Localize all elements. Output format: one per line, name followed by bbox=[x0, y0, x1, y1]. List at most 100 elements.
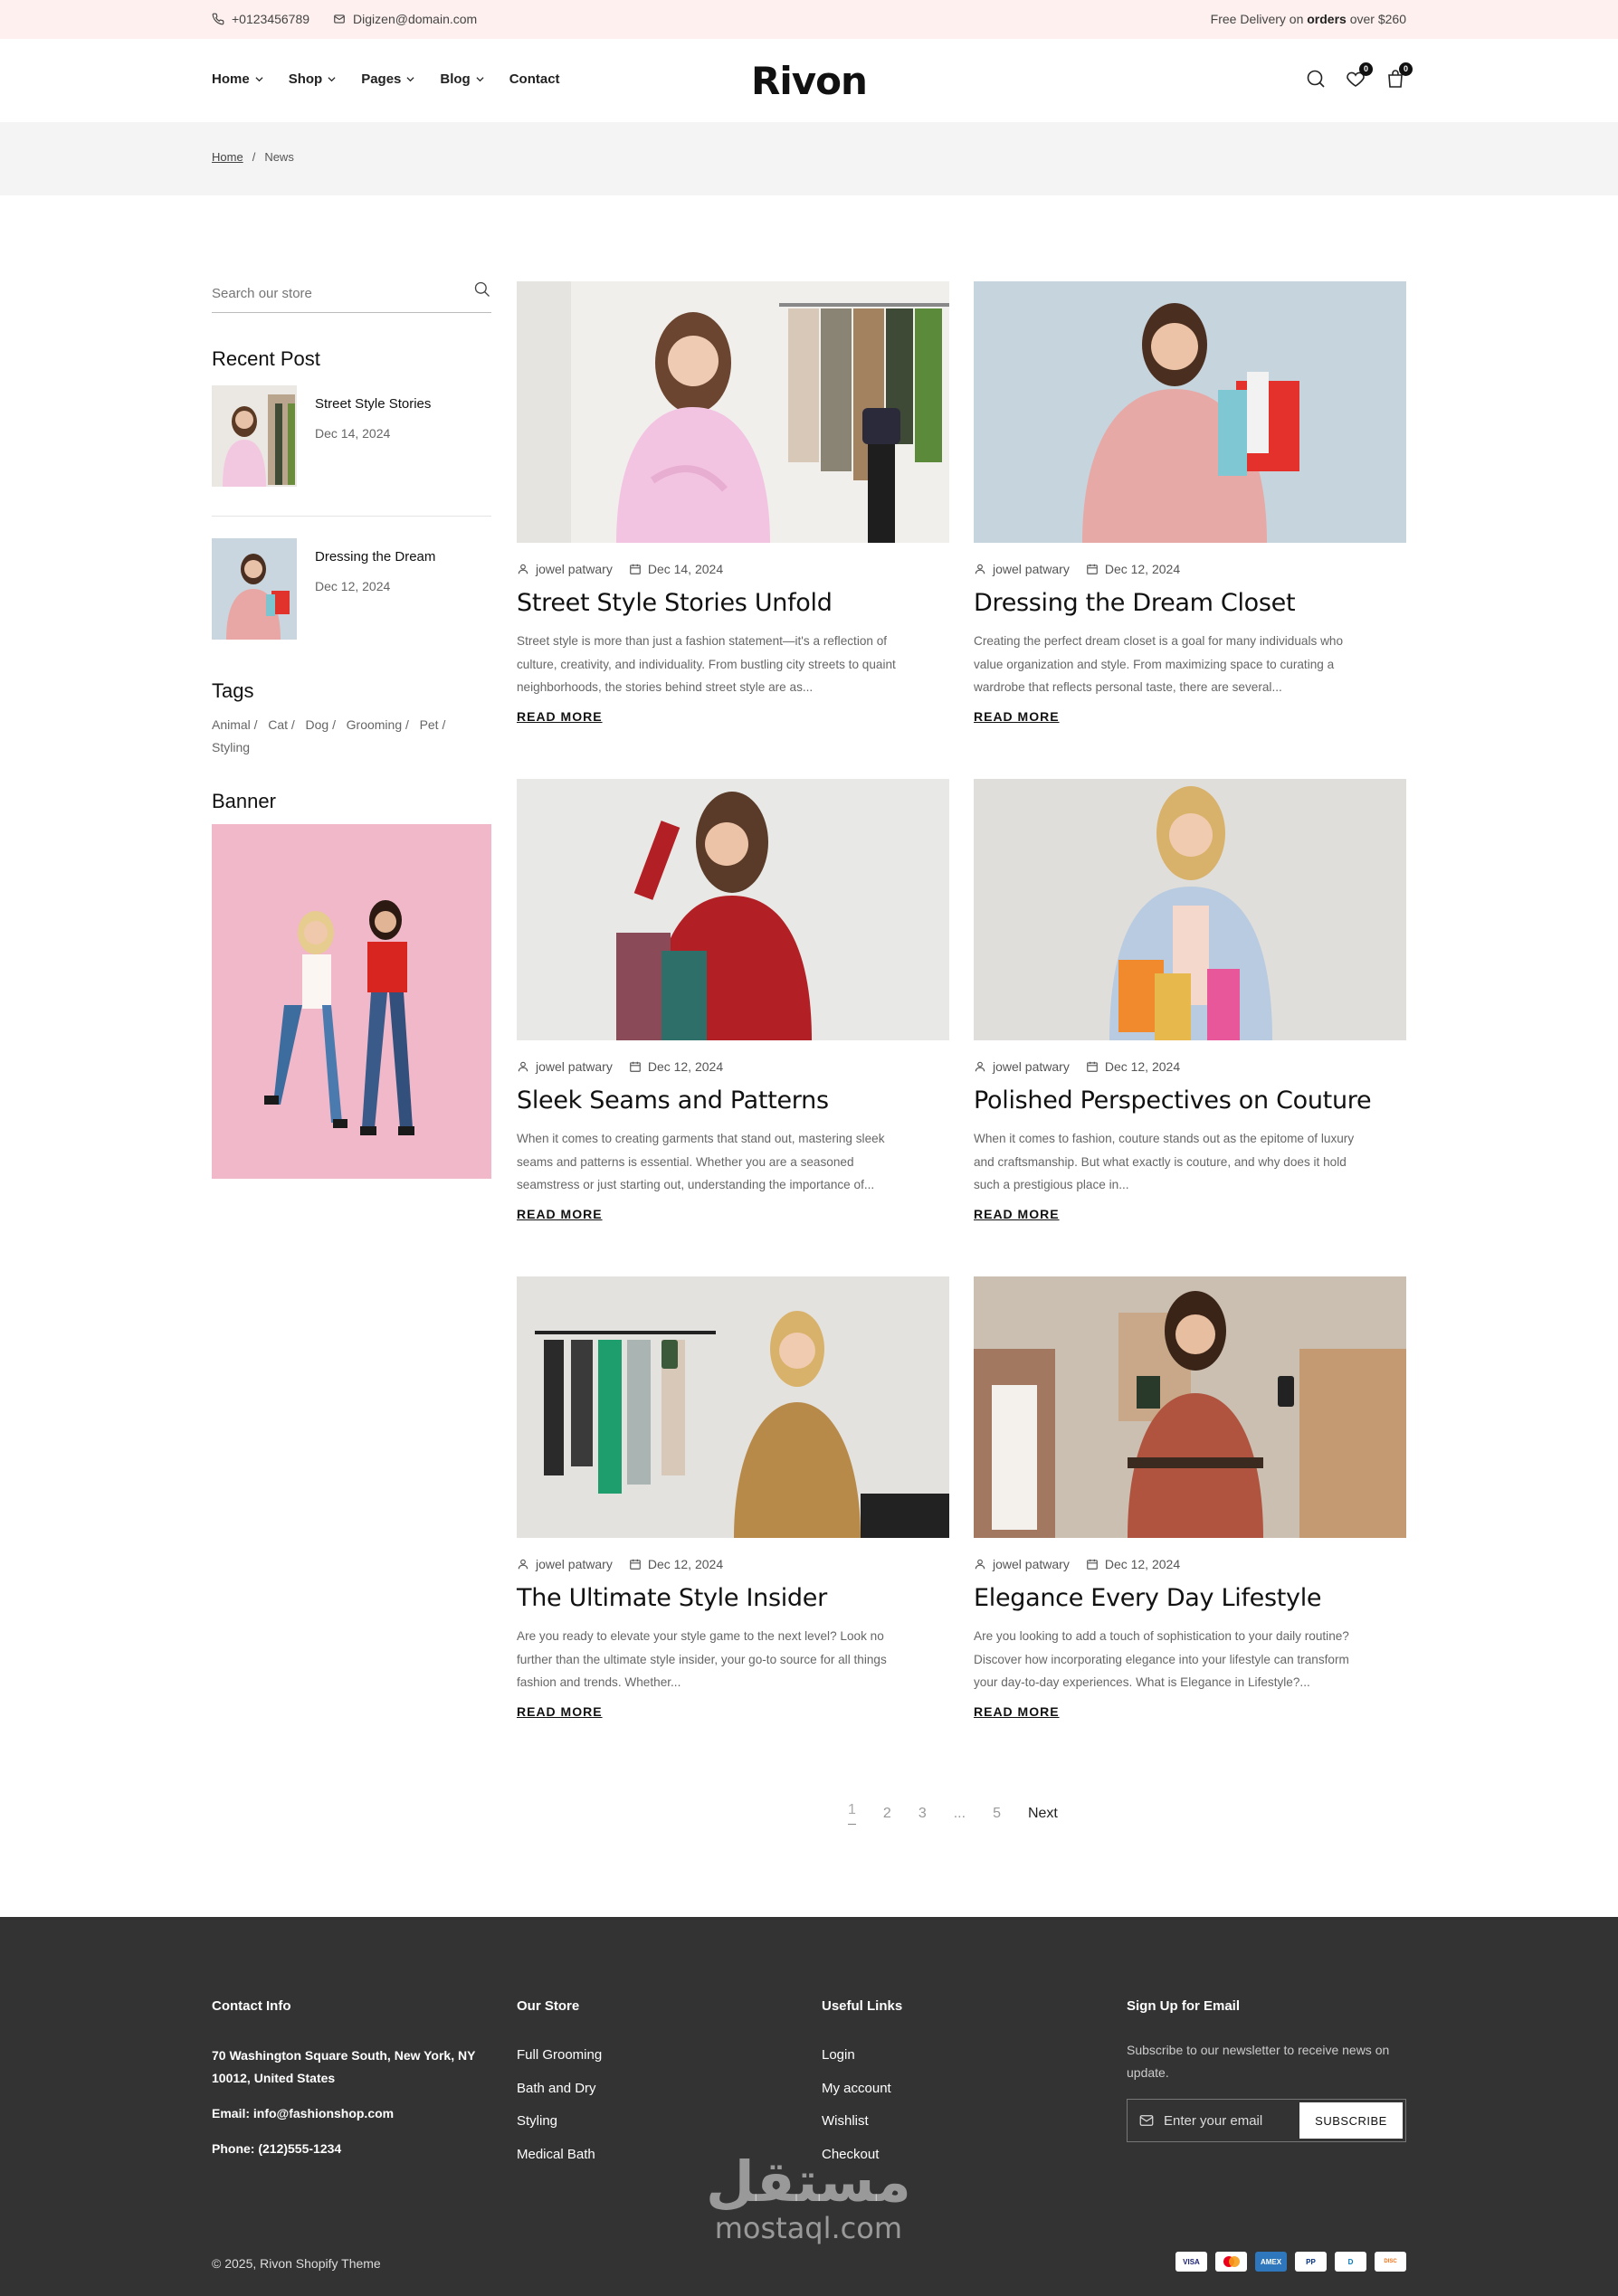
tags-title: Tags bbox=[212, 679, 254, 702]
post-excerpt: When it comes to fashion, couture stands… bbox=[974, 1132, 1355, 1191]
recent-post-thumbnail[interactable] bbox=[212, 538, 297, 640]
breadcrumb-separator: / bbox=[252, 150, 256, 164]
delivery-text-post: over $260 bbox=[1346, 12, 1406, 26]
nav-item-shop[interactable]: Shop bbox=[289, 71, 337, 87]
user-icon bbox=[975, 564, 985, 574]
recent-post-date: Dec 14, 2024 bbox=[315, 426, 391, 441]
mail-icon bbox=[334, 14, 345, 24]
cart-button[interactable]: 0 bbox=[1385, 62, 1413, 90]
tag-link[interactable]: Grooming bbox=[347, 717, 402, 732]
blog-post-card: jowel patwary Dec 12, 2024 Polished Pers… bbox=[974, 779, 1406, 1223]
recent-post-thumbnail[interactable] bbox=[212, 385, 297, 487]
next-page-link[interactable]: Next bbox=[1028, 1806, 1058, 1822]
recent-post-title: Recent Post bbox=[212, 347, 320, 370]
footer-link[interactable]: Wishlist bbox=[822, 2105, 902, 2139]
footer-link[interactable]: Styling bbox=[517, 2105, 602, 2139]
site-logo[interactable]: Rivon bbox=[751, 59, 868, 103]
read-more-link[interactable]: READ MORE bbox=[517, 1207, 603, 1221]
post-image[interactable] bbox=[974, 779, 1406, 1040]
tag-link[interactable]: Dog bbox=[306, 717, 329, 732]
footer-phone[interactable]: Phone: (212)555-1234 bbox=[212, 2138, 492, 2160]
page-link[interactable]: 2 bbox=[883, 1806, 891, 1822]
post-author: jowel patwary bbox=[517, 562, 613, 576]
post-image[interactable] bbox=[517, 281, 949, 543]
copyright: © 2025, Rivon Shopify Theme bbox=[212, 2256, 381, 2271]
author-name: jowel patwary bbox=[993, 1059, 1070, 1074]
recent-post-item[interactable]: Dressing the Dream Dec 12, 2024 bbox=[212, 516, 491, 669]
email-contact[interactable]: Digizen@domain.com bbox=[333, 12, 477, 26]
recent-post-title-link[interactable]: Street Style Stories bbox=[315, 396, 431, 412]
wishlist-button[interactable]: 0 bbox=[1345, 62, 1373, 90]
post-author: jowel patwary bbox=[974, 1557, 1070, 1571]
user-icon bbox=[975, 1061, 985, 1072]
breadcrumb-home-link[interactable]: Home bbox=[212, 150, 243, 164]
recent-post-title-link[interactable]: Dressing the Dream bbox=[315, 549, 435, 565]
chevron-down-icon bbox=[476, 77, 484, 82]
post-image[interactable] bbox=[517, 779, 949, 1040]
post-image[interactable] bbox=[974, 1276, 1406, 1538]
tag-list: Animal / Cat / Dog / Grooming / Pet / St… bbox=[212, 717, 446, 754]
chevron-down-icon bbox=[328, 77, 336, 82]
nav-item-home[interactable]: Home bbox=[212, 71, 263, 87]
tag-link[interactable]: Pet bbox=[420, 717, 439, 732]
subscribe-button[interactable]: SUBSCRIBE bbox=[1299, 2102, 1403, 2139]
tag-link[interactable]: Styling bbox=[212, 740, 250, 754]
footer-heading: Contact Info bbox=[212, 1998, 291, 2014]
post-image[interactable] bbox=[974, 281, 1406, 543]
footer-heading: Sign Up for Email bbox=[1127, 1998, 1241, 2014]
read-more-link[interactable]: READ MORE bbox=[517, 709, 603, 724]
date-text: Dec 12, 2024 bbox=[647, 1059, 724, 1074]
page-link-current[interactable]: 1 bbox=[848, 1802, 856, 1825]
search-icon[interactable] bbox=[473, 280, 491, 299]
payment-methods: VISA AMEX PP D DISC bbox=[1175, 2252, 1406, 2272]
nav-item-pages[interactable]: Pages bbox=[361, 71, 414, 87]
phone-contact[interactable]: +0123456789 bbox=[212, 12, 309, 26]
footer-link[interactable]: Medical Bath bbox=[517, 2139, 602, 2172]
post-title[interactable]: Elegance Every Day Lifestyle bbox=[974, 1584, 1406, 1612]
date-text: Dec 12, 2024 bbox=[647, 1557, 724, 1571]
search-input[interactable] bbox=[212, 271, 447, 301]
nav-item-blog[interactable]: Blog bbox=[440, 71, 484, 87]
tag-link[interactable]: Cat bbox=[268, 717, 288, 732]
calendar-icon bbox=[629, 1061, 641, 1072]
post-title[interactable]: The Ultimate Style Insider bbox=[517, 1584, 949, 1612]
page-link[interactable]: 5 bbox=[993, 1806, 1001, 1822]
read-more-link[interactable]: READ MORE bbox=[974, 1704, 1060, 1719]
post-excerpt: Street style is more than just a fashion… bbox=[517, 634, 896, 694]
post-title[interactable]: Dressing the Dream Closet bbox=[974, 589, 1406, 617]
nav-label: Pages bbox=[361, 71, 402, 87]
recent-post-date: Dec 12, 2024 bbox=[315, 579, 391, 593]
watermark-arabic: مستقل bbox=[706, 2149, 911, 2215]
search-button[interactable] bbox=[1305, 68, 1327, 90]
email-placeholder: Enter your email bbox=[1164, 2112, 1263, 2129]
post-date: Dec 12, 2024 bbox=[629, 1059, 723, 1074]
sidebar-banner-image[interactable] bbox=[212, 824, 491, 1179]
post-title[interactable]: Street Style Stories Unfold bbox=[517, 589, 949, 617]
signup-text: Subscribe to our newsletter to receive n… bbox=[1127, 2043, 1390, 2080]
footer-link[interactable]: My account bbox=[822, 2073, 902, 2106]
footer-link[interactable]: Bath and Dry bbox=[517, 2073, 602, 2106]
read-more-link[interactable]: READ MORE bbox=[517, 1704, 603, 1719]
page-ellipsis: ... bbox=[953, 1805, 966, 1821]
recent-post-item[interactable]: Street Style Stories Dec 14, 2024 bbox=[212, 385, 491, 516]
discover-icon: DISC bbox=[1375, 2252, 1406, 2272]
post-title[interactable]: Polished Perspectives on Couture bbox=[974, 1086, 1406, 1115]
footer-email[interactable]: Email: info@fashionshop.com bbox=[212, 2102, 492, 2125]
read-more-link[interactable]: READ MORE bbox=[974, 1207, 1060, 1221]
read-more-link[interactable]: READ MORE bbox=[974, 709, 1060, 724]
post-image[interactable] bbox=[517, 1276, 949, 1538]
post-title[interactable]: Sleek Seams and Patterns bbox=[517, 1086, 949, 1115]
footer-store-column: Our Store Full Grooming Bath and Dry Sty… bbox=[517, 1998, 602, 2171]
footer-link[interactable]: Full Grooming bbox=[517, 2039, 602, 2073]
site-header: Home Shop Pages Blog Contact Rivon 0 0 bbox=[0, 39, 1618, 122]
tag-link[interactable]: Animal bbox=[212, 717, 251, 732]
nav-item-contact[interactable]: Contact bbox=[509, 71, 560, 87]
paypal-icon: PP bbox=[1295, 2252, 1327, 2272]
calendar-icon bbox=[629, 564, 641, 574]
blog-post-card: jowel patwary Dec 12, 2024 Elegance Ever… bbox=[974, 1276, 1406, 1721]
mail-icon bbox=[1139, 2115, 1154, 2126]
post-excerpt: Are you ready to elevate your style game… bbox=[517, 1629, 887, 1689]
newsletter-email-input[interactable]: Enter your email bbox=[1128, 2112, 1299, 2129]
footer-link[interactable]: Login bbox=[822, 2039, 902, 2073]
page-link[interactable]: 3 bbox=[918, 1806, 927, 1822]
